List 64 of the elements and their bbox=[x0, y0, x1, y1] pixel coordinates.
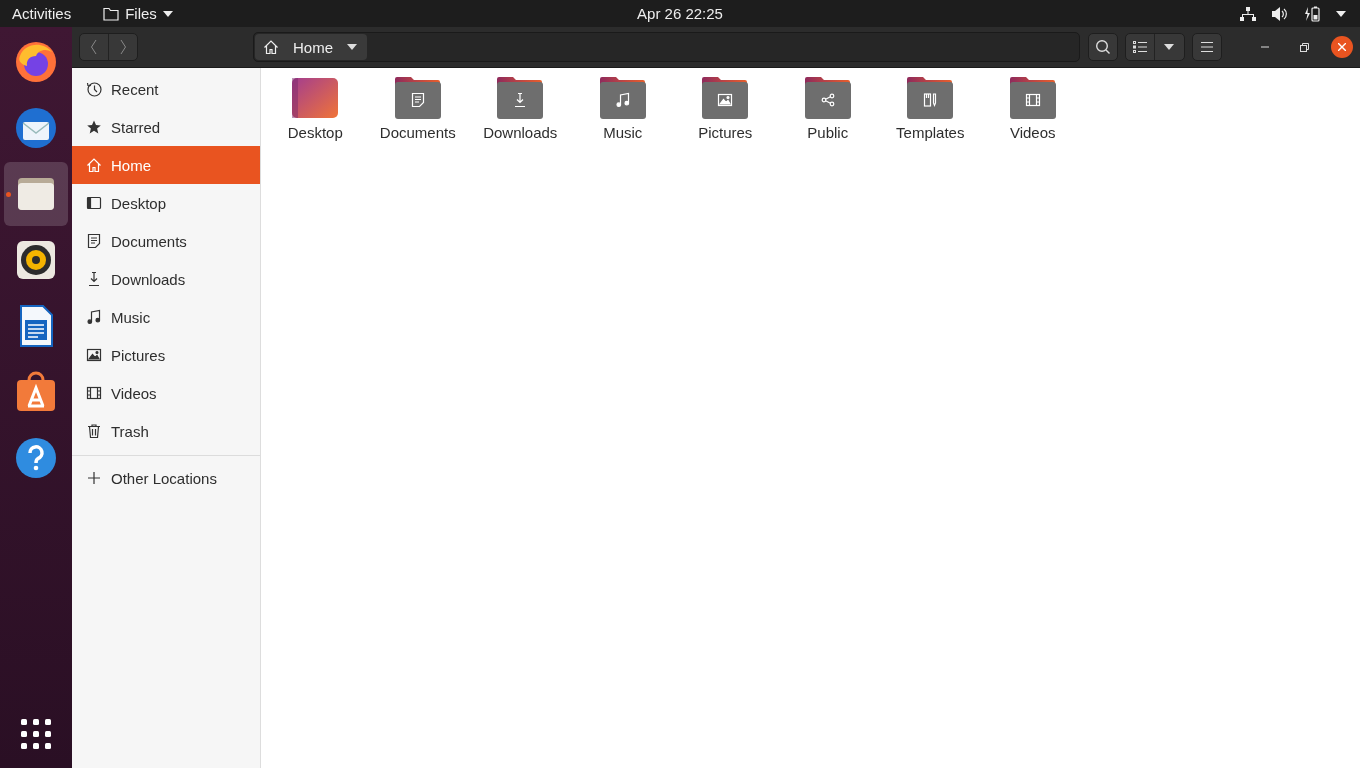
folder-item[interactable]: Videos bbox=[981, 76, 1084, 141]
sidebar-item[interactable]: Home bbox=[72, 146, 260, 184]
template-folder-icon bbox=[906, 76, 955, 120]
sidebar-item[interactable]: Other Locations bbox=[72, 459, 260, 497]
home-icon bbox=[263, 39, 279, 55]
chevron-right-icon bbox=[119, 39, 127, 55]
sidebar-item[interactable]: Downloads bbox=[72, 260, 260, 298]
chevron-left-icon bbox=[90, 39, 98, 55]
restore-icon bbox=[1299, 42, 1309, 52]
files-app-menu[interactable]: Files bbox=[103, 5, 173, 22]
picture-folder-icon bbox=[701, 76, 750, 120]
close-button[interactable] bbox=[1331, 36, 1353, 58]
folder-icon bbox=[103, 6, 120, 21]
download-folder-icon bbox=[496, 76, 545, 120]
folder-item[interactable]: Music bbox=[571, 76, 674, 141]
music-folder-icon bbox=[598, 76, 647, 120]
caret-icon[interactable] bbox=[1336, 10, 1346, 17]
sidebar-item[interactable]: Desktop bbox=[72, 184, 260, 222]
folder-item[interactable]: Templates bbox=[879, 76, 982, 141]
music-icon bbox=[86, 309, 102, 325]
sidebar-item[interactable]: Videos bbox=[72, 374, 260, 412]
folder-item[interactable]: Documents bbox=[366, 76, 469, 141]
speaker-icon[interactable] bbox=[1272, 6, 1288, 21]
caret-icon bbox=[1164, 44, 1174, 50]
desktop-icon bbox=[86, 195, 102, 211]
shared-folder-icon bbox=[803, 76, 852, 120]
caret-icon bbox=[347, 44, 357, 50]
search-button[interactable] bbox=[1088, 33, 1118, 61]
pictures-icon bbox=[86, 347, 102, 363]
dock-item-highlight[interactable] bbox=[4, 162, 68, 226]
network-icon[interactable] bbox=[1240, 6, 1256, 21]
sidebar-item[interactable]: Starred bbox=[72, 108, 260, 146]
document-folder-icon bbox=[393, 76, 442, 120]
recent-icon bbox=[86, 81, 102, 97]
caret-icon bbox=[162, 10, 173, 17]
video-folder-icon bbox=[1008, 76, 1057, 120]
clock[interactable]: Apr 26 22:25 bbox=[637, 5, 723, 22]
downloads-icon bbox=[86, 271, 102, 287]
location-button[interactable]: Home bbox=[255, 34, 367, 60]
close-icon bbox=[1338, 43, 1346, 51]
list-icon bbox=[1133, 41, 1147, 53]
folder-item[interactable]: Downloads bbox=[469, 76, 572, 141]
battery-icon[interactable] bbox=[1304, 5, 1320, 22]
home-icon bbox=[86, 157, 102, 173]
app-grid-icon[interactable] bbox=[20, 718, 52, 750]
menu-icon bbox=[1201, 42, 1213, 52]
videos-icon bbox=[86, 385, 102, 401]
menu-button[interactable] bbox=[1192, 33, 1222, 61]
trash-icon bbox=[86, 423, 102, 439]
minimize-icon bbox=[1261, 46, 1269, 48]
sidebar-item[interactable]: Pictures bbox=[72, 336, 260, 374]
starred-icon bbox=[86, 119, 102, 135]
folder-item[interactable]: Desktop bbox=[264, 76, 367, 141]
plus-icon bbox=[86, 470, 102, 486]
search-icon bbox=[1095, 39, 1111, 55]
desktop-folder-icon bbox=[291, 76, 340, 120]
sidebar-item[interactable]: Trash bbox=[72, 412, 260, 450]
sidebar-item[interactable]: Music bbox=[72, 298, 260, 336]
sidebar-item[interactable]: Recent bbox=[72, 70, 260, 108]
sidebar-item[interactable]: Documents bbox=[72, 222, 260, 260]
folder-item[interactable]: Pictures bbox=[674, 76, 777, 141]
activities-button[interactable]: Activities bbox=[12, 5, 72, 22]
folder-item[interactable]: Public bbox=[776, 76, 879, 141]
documents-icon bbox=[86, 233, 102, 249]
